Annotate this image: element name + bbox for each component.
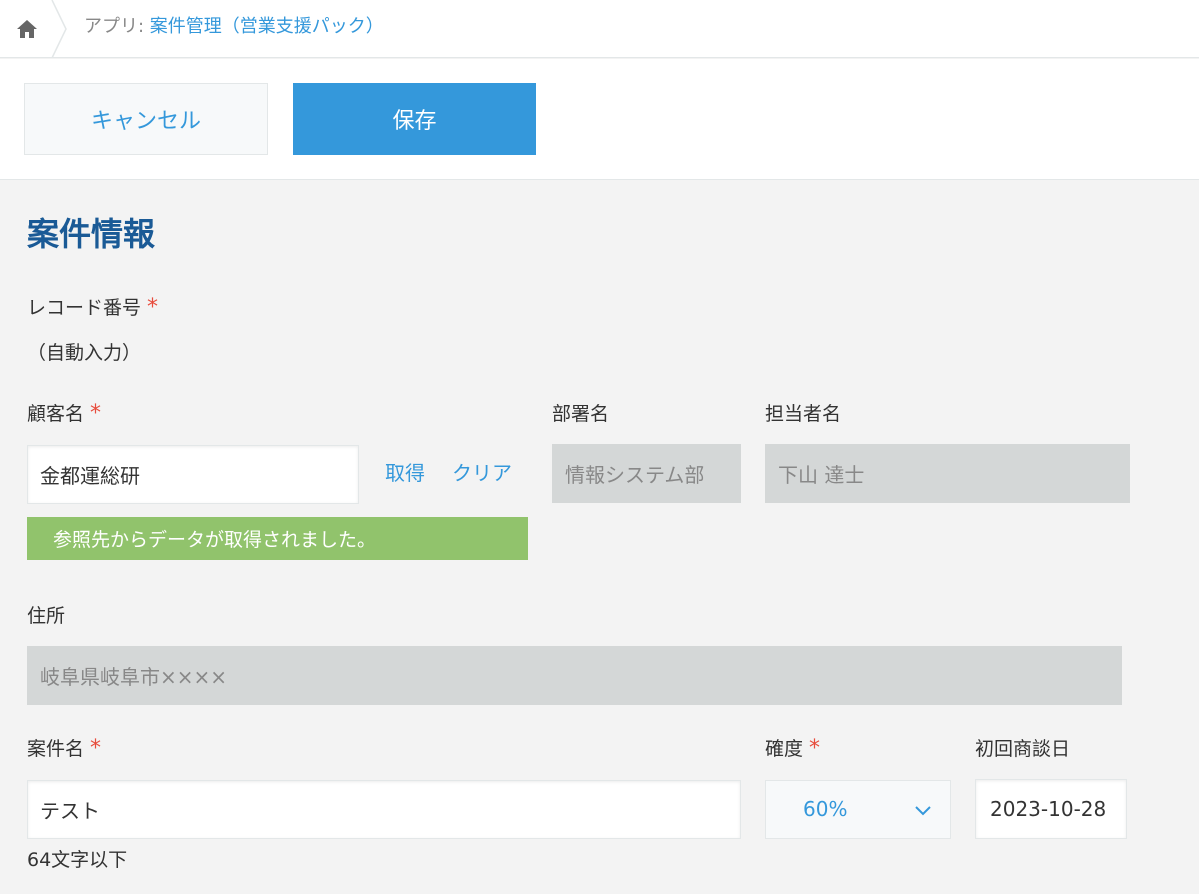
- address-field: 岐阜県岐阜市××××: [27, 646, 1122, 705]
- breadcrumb-prefix: アプリ:: [84, 16, 150, 37]
- clear-link[interactable]: クリア: [452, 460, 512, 486]
- home-button[interactable]: [0, 0, 54, 58]
- breadcrumb-text: アプリ: 案件管理（営業支援パック）: [84, 15, 384, 39]
- person-field: 下山 達士: [765, 444, 1130, 503]
- customer-label-text: 顧客名: [27, 403, 85, 425]
- probability-label: 確度 *: [765, 737, 820, 761]
- customer-input[interactable]: 金都運総研: [27, 445, 359, 504]
- required-mark: *: [90, 736, 102, 761]
- section-title: 案件情報: [27, 215, 156, 253]
- required-mark: *: [90, 401, 102, 426]
- probability-select[interactable]: 60%: [765, 780, 951, 839]
- deal-name-label: 案件名 *: [27, 737, 101, 761]
- customer-label: 顧客名 *: [27, 402, 101, 426]
- first-meeting-label: 初回商談日: [975, 738, 1071, 760]
- breadcrumb-app-link[interactable]: 案件管理（営業支援パック）: [150, 16, 384, 37]
- breadcrumb: アプリ: 案件管理（営業支援パック）: [0, 0, 1199, 58]
- record-no-label: レコード番号 *: [27, 296, 158, 320]
- department-field: 情報システム部: [552, 444, 741, 503]
- address-label: 住所: [27, 605, 66, 627]
- person-label: 担当者名: [765, 403, 842, 425]
- deal-name-input[interactable]: テスト: [27, 780, 741, 839]
- breadcrumb-separator-icon: [51, 0, 67, 58]
- required-mark: *: [809, 736, 821, 761]
- probability-select-value: 60%: [803, 797, 848, 821]
- toolbar: キャンセル 保存: [0, 59, 1199, 180]
- record-no-value: （自動入力）: [27, 342, 142, 364]
- fetch-link[interactable]: 取得: [385, 460, 425, 486]
- deal-name-hint: 64文字以下: [27, 849, 128, 871]
- home-icon: [17, 20, 37, 38]
- lookup-success-notice: 参照先からデータが取得されました。: [27, 517, 528, 560]
- chevron-down-icon: [915, 806, 931, 816]
- save-button[interactable]: 保存: [293, 83, 536, 155]
- cancel-button[interactable]: キャンセル: [24, 83, 268, 155]
- probability-label-text: 確度: [765, 738, 804, 760]
- record-no-label-text: レコード番号: [27, 297, 142, 319]
- first-meeting-date-input[interactable]: 2023-10-28: [975, 779, 1127, 839]
- required-mark: *: [147, 295, 159, 320]
- deal-name-label-text: 案件名: [27, 738, 85, 760]
- department-label: 部署名: [552, 403, 610, 425]
